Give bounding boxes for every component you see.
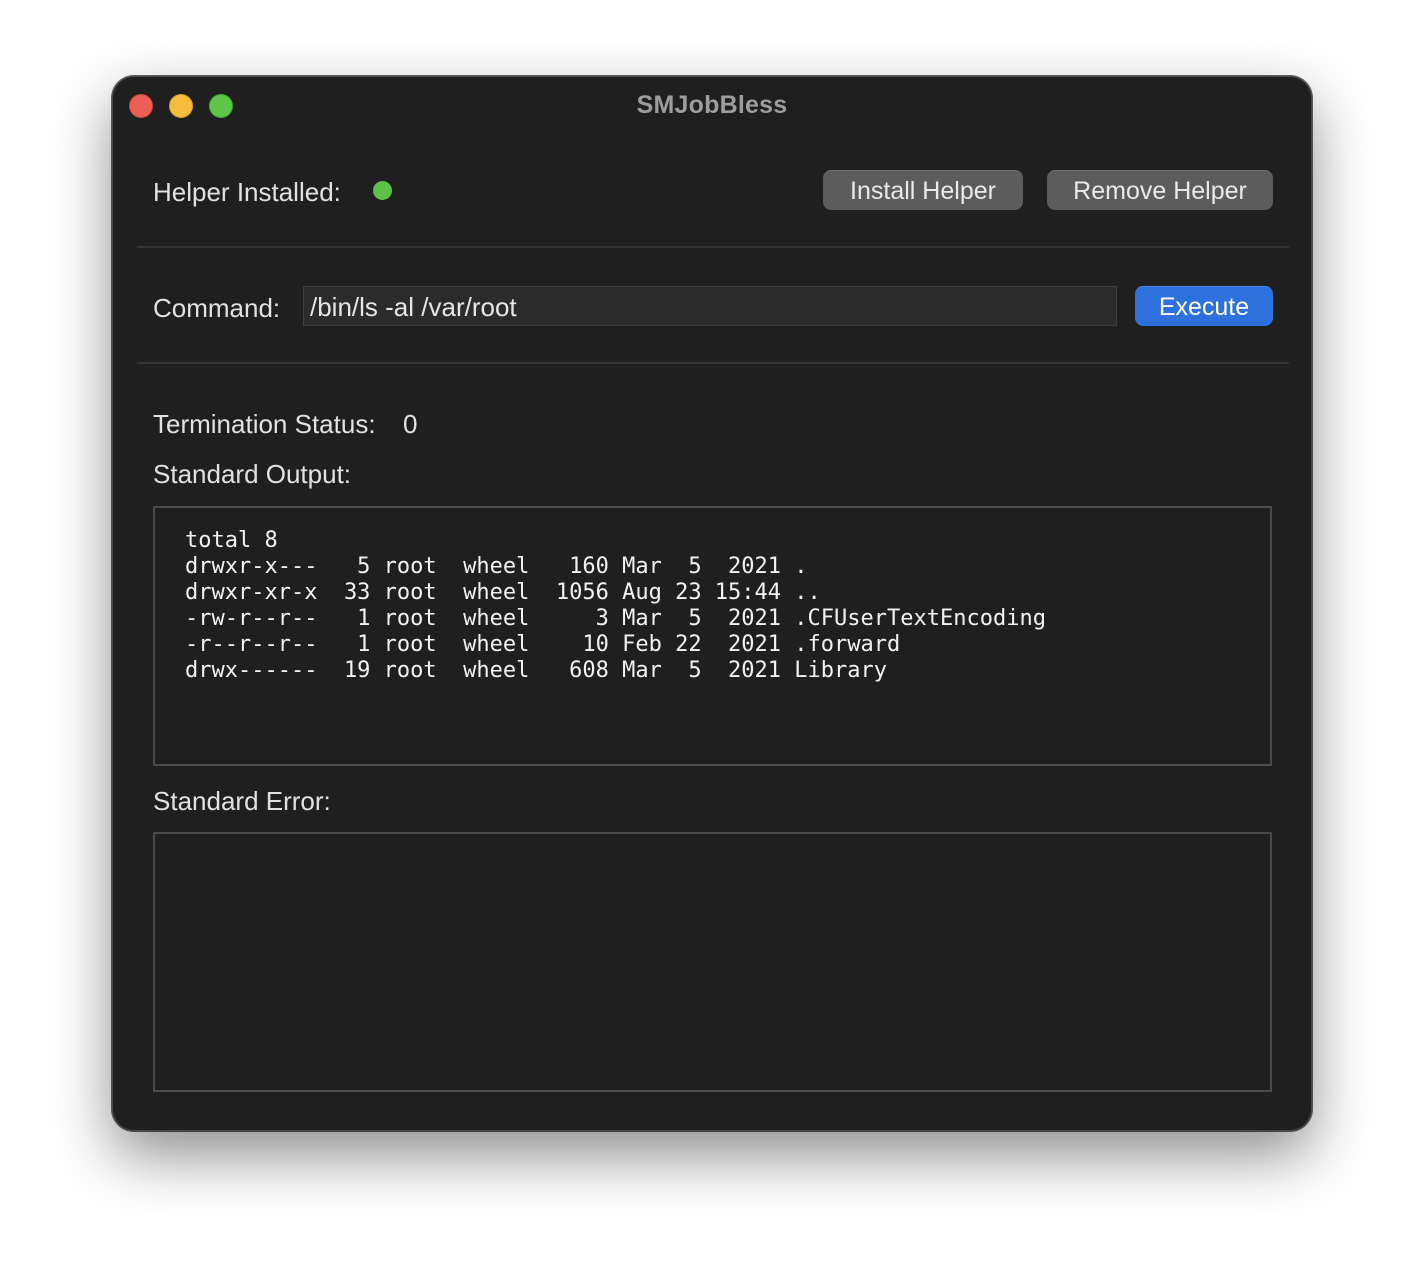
standard-error-label: Standard Error: [153, 786, 331, 816]
install-helper-button[interactable]: Install Helper [823, 170, 1023, 210]
standard-output-text: total 8 drwxr-x--- 5 root wheel 160 Mar 5… [185, 528, 1046, 684]
stdout-line: total 8 [185, 528, 278, 553]
helper-installed-label: Helper Installed: [153, 177, 341, 207]
termination-status-label: Termination Status: [153, 409, 376, 439]
section-divider [137, 362, 1289, 364]
title-bar[interactable]: SMJobBless [113, 77, 1311, 133]
execute-button[interactable]: Execute [1135, 286, 1273, 326]
standard-output-textview[interactable]: total 8 drwxr-x--- 5 root wheel 160 Mar 5… [153, 506, 1272, 766]
standard-output-label: Standard Output: [153, 459, 352, 489]
remove-helper-button[interactable]: Remove Helper [1047, 170, 1273, 210]
stdout-line: -r--r--r-- 1 root wheel 10 Feb 22 2021 .… [185, 632, 901, 657]
stdout-line: -rw-r--r-- 1 root wheel 3 Mar 5 2021 .CF… [185, 606, 1046, 631]
stdout-line: drwxr-xr-x 33 root wheel 1056 Aug 23 15:… [185, 580, 821, 605]
section-divider [137, 246, 1289, 248]
helper-status-indicator [373, 181, 392, 200]
command-input[interactable]: /bin/ls -al /var/root [303, 286, 1117, 326]
main-window: SMJobBless Helper Installed: Install Hel… [112, 76, 1312, 1131]
stdout-line: drwx------ 19 root wheel 608 Mar 5 2021 … [185, 658, 887, 683]
termination-status-value: 0 [403, 409, 418, 439]
standard-error-textview[interactable] [153, 832, 1272, 1092]
window-title: SMJobBless [636, 91, 788, 119]
command-label: Command: [153, 293, 281, 323]
stdout-line: drwxr-x--- 5 root wheel 160 Mar 5 2021 . [185, 554, 808, 579]
